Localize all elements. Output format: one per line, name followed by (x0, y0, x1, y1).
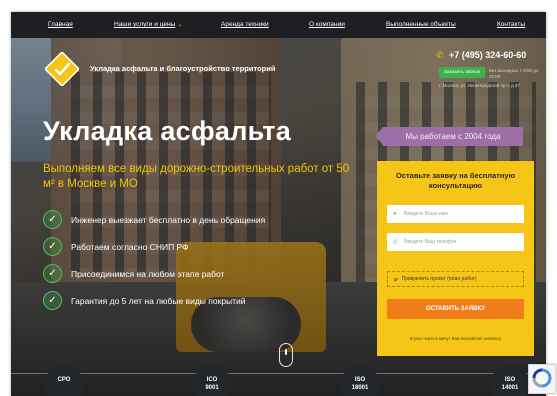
name-input[interactable] (404, 211, 522, 217)
feature-text: Работаем согласно СНИП РФ (71, 241, 189, 252)
certificate-line1: ISO (504, 377, 516, 383)
experience-badge: Мы работаем с 2004 года (375, 127, 523, 146)
attach-project-button[interactable]: ⌀ Прикрепить проект (план работ) (387, 271, 524, 287)
submit-button[interactable]: ОСТАВИТЬ ЗАЯВКУ (387, 299, 524, 319)
brand-tagline: Укладка асфальта и благоустройство терри… (90, 64, 276, 73)
working-hours: Без выходных с 8:00 до 22:00 (489, 68, 539, 79)
nav-item-services-label: Наши услуги и цены (114, 21, 176, 28)
certificate-line2: 9001 (205, 385, 219, 391)
company-logo[interactable] (45, 52, 79, 86)
check-icon: ✓ (43, 291, 62, 310)
recaptcha-icon (532, 368, 552, 388)
recaptcha-badge[interactable] (528, 364, 556, 394)
hero-subtitle: Выполняем все виды дорожно-строительных … (43, 163, 350, 190)
certificate-line1: СРО (57, 377, 71, 383)
phone-field[interactable]: ✆ (387, 233, 524, 251)
nav-item-about[interactable]: О компании (309, 21, 345, 28)
feature-text: Гарантия до 5 лет на любые виды покрытий (71, 295, 246, 306)
header-phone[interactable]: +7 (495) 324-60-60 (449, 50, 526, 60)
feature-item: ✓ Присоединимся на любом этапе работ (43, 264, 224, 283)
feature-text: Присоединимся на любом этапе работ (71, 268, 225, 279)
nav-item-rental[interactable]: Аренда техники (221, 21, 269, 28)
check-icon: ✓ (43, 264, 62, 283)
attach-label: Прикрепить проект (план работ) (401, 276, 477, 282)
scroll-down-indicator[interactable] (279, 343, 293, 367)
top-nav: Главная Наши услуги и цены ⌄ Аренда техни… (11, 12, 546, 38)
certificate-line2: 18001 (351, 385, 369, 391)
check-icon: ✓ (43, 210, 62, 229)
phone-icon: ✆ (393, 239, 399, 246)
feature-text: Инженер выезжает бесплатно в день обраще… (71, 214, 266, 225)
certificate-line2: 14001 (501, 385, 519, 391)
name-field[interactable]: ● (387, 205, 524, 223)
form-note: В указ через 5 минут Вам перезвонит инже… (410, 336, 501, 341)
user-icon: ● (393, 211, 397, 217)
certificate-line1: ISO (354, 377, 366, 383)
consultation-form: Оставьте заявку на бесплатную консультац… (377, 161, 534, 356)
chevron-down-icon: ⌄ (177, 22, 183, 28)
form-title: Оставьте заявку на бесплатную консультац… (395, 171, 516, 190)
phone-icon: ✆ (436, 50, 444, 60)
callback-button[interactable]: Заказать звонок (439, 67, 485, 78)
nav-item-contacts[interactable]: Контакты (497, 21, 525, 28)
check-icon: ✓ (43, 237, 62, 256)
nav-item-projects[interactable]: Выполненные объекты (386, 21, 456, 28)
office-address: г. Москва, ул. Ленинградский пр-т, д.47 (439, 83, 520, 88)
feature-item: ✓ Работаем согласно СНИП РФ (43, 237, 189, 256)
certificate-line1: ICO (206, 377, 218, 383)
feature-item: ✓ Гарантия до 5 лет на любые виды покрыт… (43, 291, 246, 310)
paperclip-icon: ⌀ (394, 276, 398, 283)
landing-page: Главная Наши услуги и цены ⌄ Аренда техни… (11, 12, 546, 396)
feature-item: ✓ Инженер выезжает бесплатно в день обра… (43, 210, 265, 229)
divider (11, 373, 546, 374)
nav-item-services[interactable]: Наши услуги и цены ⌄ (114, 21, 182, 28)
page-title: Укладка асфальта (43, 116, 292, 146)
nav-item-home[interactable]: Главная (48, 21, 73, 28)
phone-input[interactable] (404, 239, 522, 245)
